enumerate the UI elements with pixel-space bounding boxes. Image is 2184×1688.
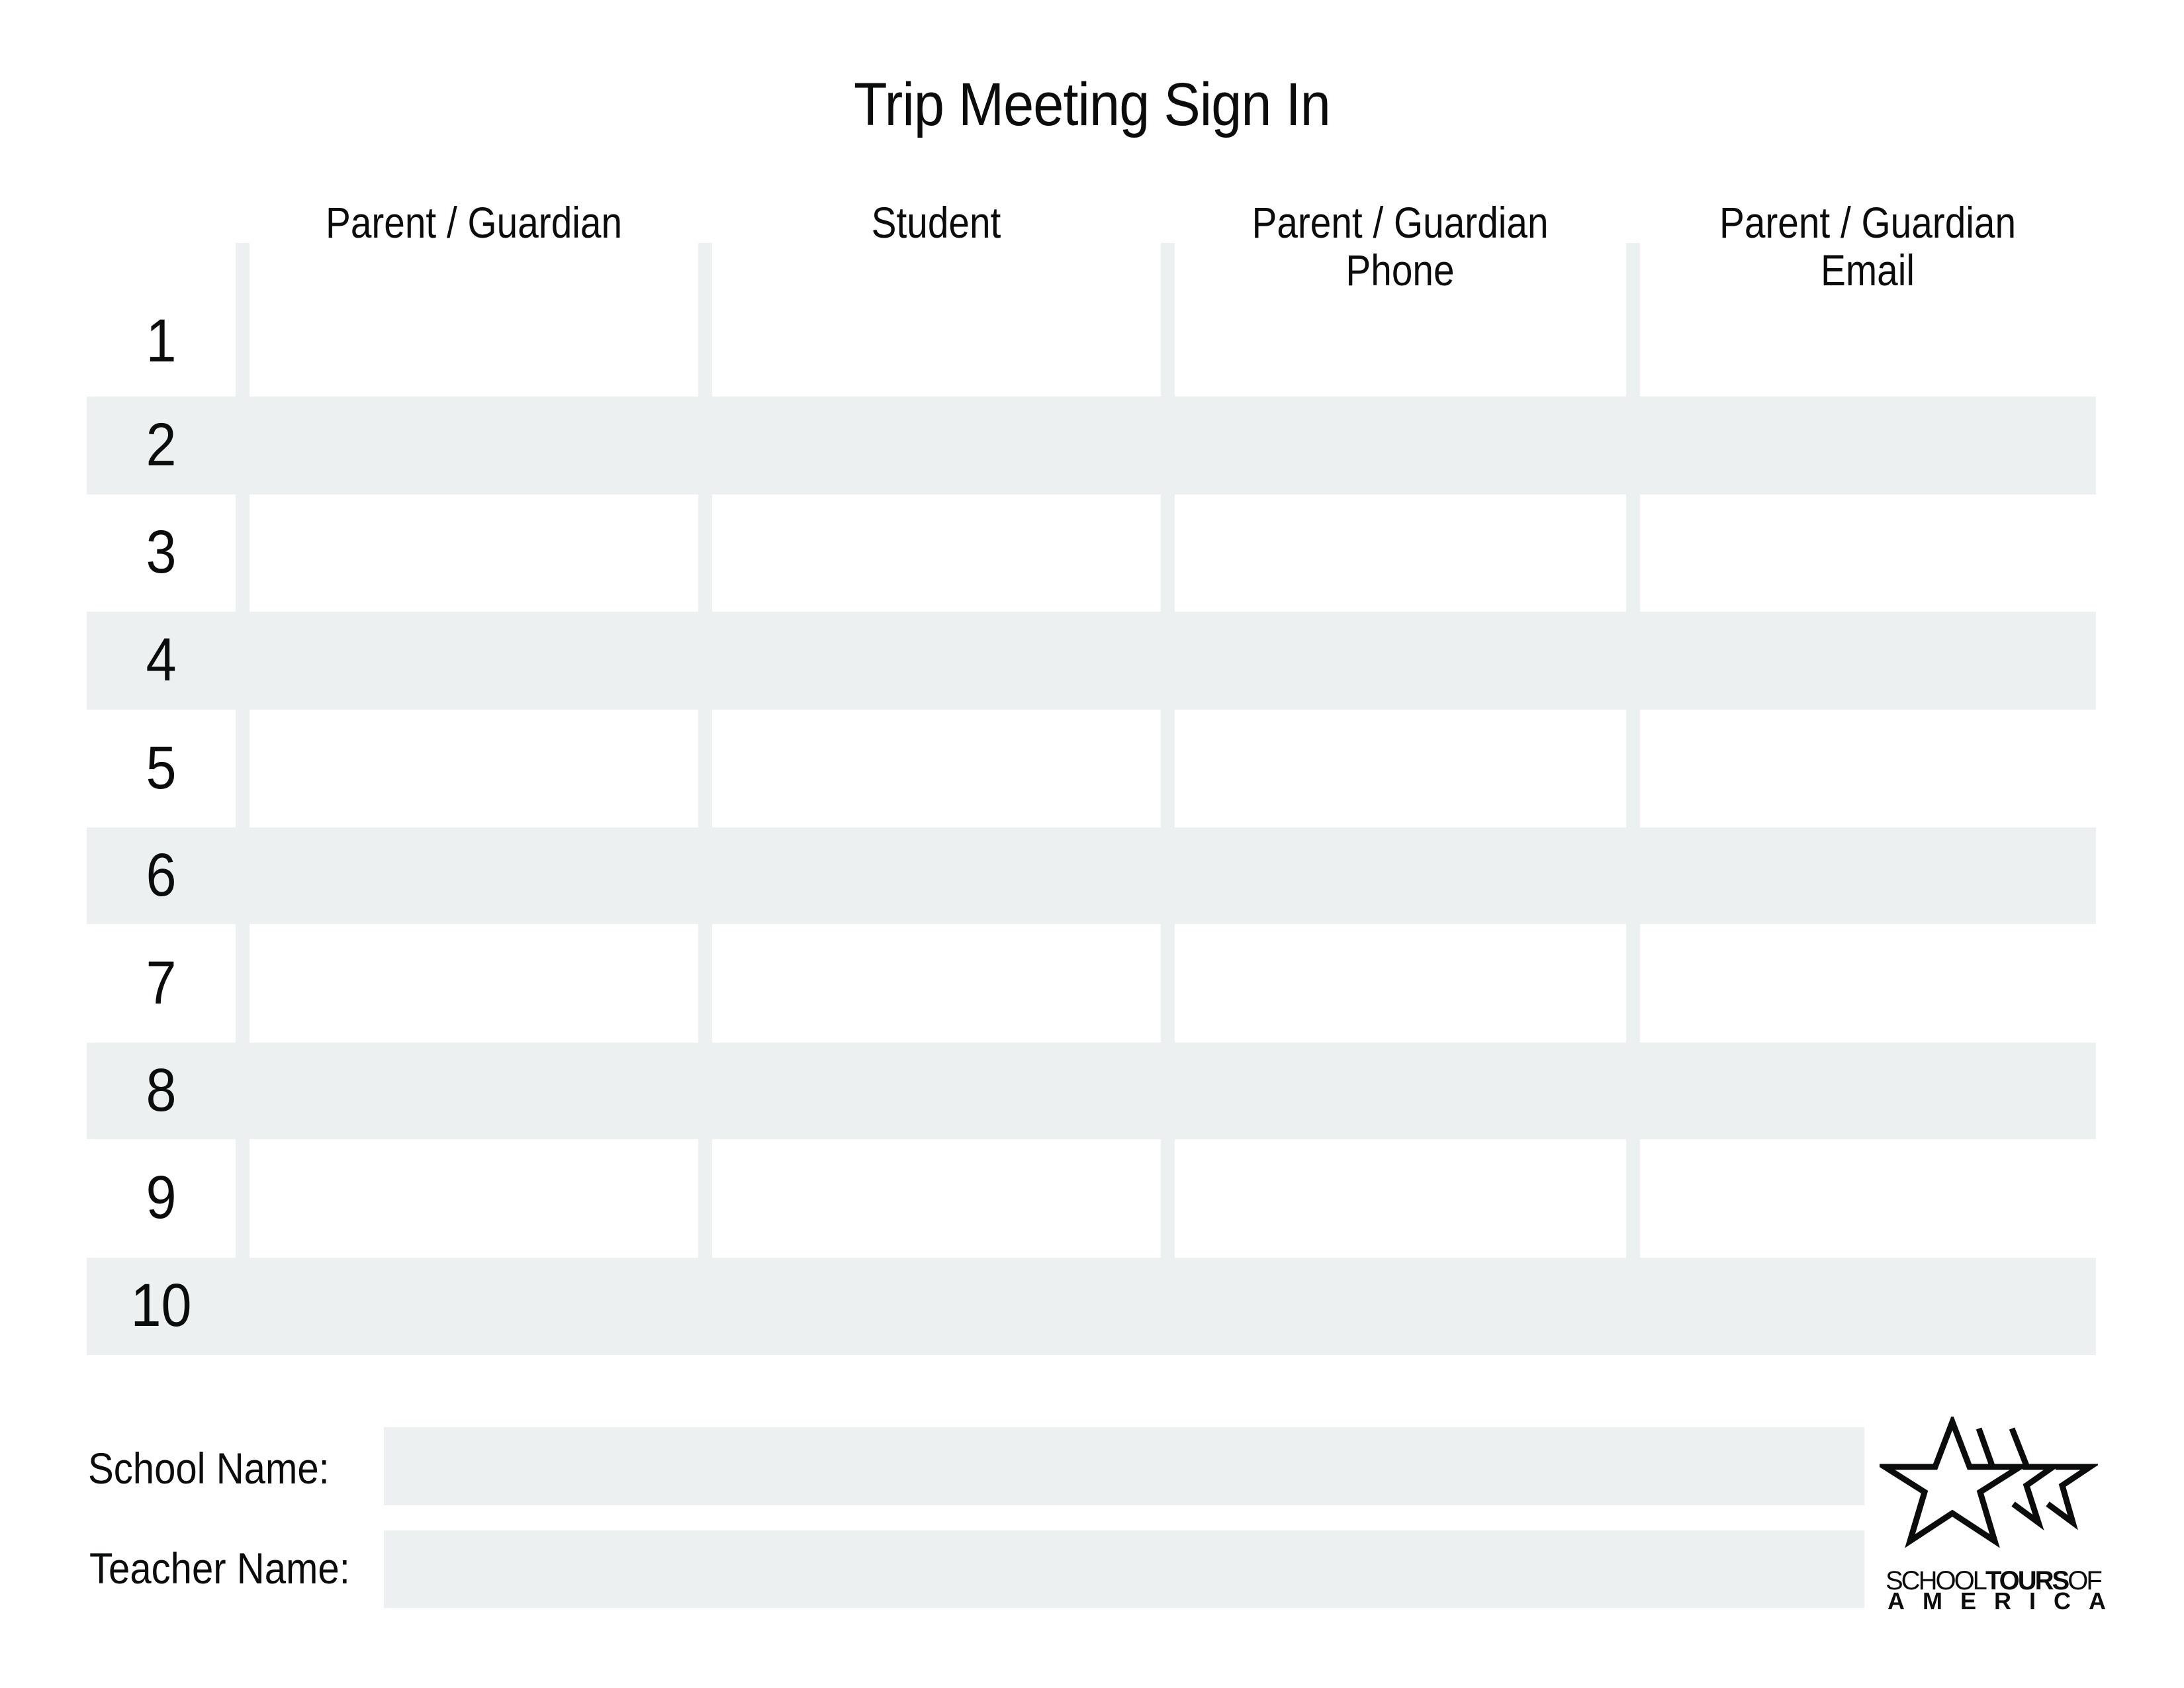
row-number: 4: [146, 626, 177, 694]
column-divider: [1161, 243, 1175, 1258]
cell-email[interactable]: [1639, 494, 2096, 612]
cell-email[interactable]: [1639, 924, 2096, 1043]
cell-email[interactable]: [1639, 397, 2096, 494]
cell-email[interactable]: [1639, 612, 2096, 710]
row-number: 9: [146, 1164, 177, 1231]
cell-phone[interactable]: [1174, 291, 1626, 397]
row-number: 8: [146, 1056, 177, 1124]
cell-phone[interactable]: [1174, 612, 1626, 710]
column-header-parent-email: Parent / Guardian Email: [1671, 199, 2064, 294]
row-number: 10: [130, 1272, 192, 1339]
cell-parent-guardian[interactable]: [250, 494, 698, 612]
column-header-student: Student: [743, 199, 1130, 246]
cell-email[interactable]: [1639, 710, 2096, 827]
cell-phone[interactable]: [1174, 1258, 1626, 1355]
column-header-parent-guardian: Parent / Guardian: [281, 199, 666, 246]
cell-email[interactable]: [1639, 1258, 2096, 1355]
cell-phone[interactable]: [1174, 1043, 1626, 1139]
school-name-field[interactable]: [384, 1427, 1864, 1505]
three-stars-icon: [1874, 1413, 2100, 1548]
cell-parent-guardian[interactable]: [250, 710, 698, 827]
column-divider: [698, 243, 712, 1258]
cell-phone[interactable]: [1174, 924, 1626, 1043]
column-header-line: Student: [871, 198, 1001, 247]
row-number: 1: [146, 307, 177, 375]
logo-wordmark-line2: AMERICA: [1888, 1587, 2124, 1615]
column-header-line: Parent / Guardian: [325, 198, 623, 247]
cell-phone[interactable]: [1174, 710, 1626, 827]
column-divider: [1626, 243, 1640, 1258]
row-number: 7: [146, 949, 177, 1017]
cell-phone[interactable]: [1174, 397, 1626, 494]
teacher-name-field[interactable]: [384, 1530, 1864, 1608]
column-header-parent-phone: Parent / Guardian Phone: [1206, 199, 1594, 294]
row-number: 5: [146, 734, 177, 802]
cell-parent-guardian[interactable]: [250, 291, 698, 397]
cell-student[interactable]: [711, 612, 1161, 710]
cell-student[interactable]: [711, 291, 1161, 397]
row-number: 2: [146, 411, 177, 479]
cell-email[interactable]: [1639, 827, 2096, 924]
column-header-line: Parent / Guardian: [1251, 198, 1549, 247]
cell-parent-guardian[interactable]: [250, 397, 698, 494]
row-number: 6: [146, 841, 177, 909]
row-number: 3: [146, 518, 177, 586]
column-header-line: Email: [1821, 246, 1915, 295]
cell-email[interactable]: [1639, 291, 2096, 397]
page-title: Trip Meeting Sign In: [854, 71, 1331, 138]
cell-phone[interactable]: [1174, 494, 1626, 612]
cell-email[interactable]: [1639, 1043, 2096, 1139]
cell-email[interactable]: [1639, 1139, 2096, 1258]
cell-student[interactable]: [711, 397, 1161, 494]
cell-parent-guardian[interactable]: [250, 1258, 698, 1355]
cell-phone[interactable]: [1174, 1139, 1626, 1258]
cell-parent-guardian[interactable]: [250, 1043, 698, 1139]
cell-parent-guardian[interactable]: [250, 827, 698, 924]
column-header-line: Phone: [1345, 246, 1455, 295]
teacher-name-label: Teacher Name:: [89, 1544, 350, 1593]
column-divider: [236, 243, 250, 1258]
cell-phone[interactable]: [1174, 827, 1626, 924]
cell-student[interactable]: [711, 494, 1161, 612]
cell-student[interactable]: [711, 710, 1161, 827]
school-name-label: School Name:: [88, 1444, 330, 1493]
cell-student[interactable]: [711, 1139, 1161, 1258]
cell-student[interactable]: [711, 1043, 1161, 1139]
column-header-line: Parent / Guardian: [1719, 198, 2017, 247]
cell-parent-guardian[interactable]: [250, 924, 698, 1043]
cell-parent-guardian[interactable]: [250, 612, 698, 710]
cell-student[interactable]: [711, 827, 1161, 924]
cell-parent-guardian[interactable]: [250, 1139, 698, 1258]
cell-student[interactable]: [711, 924, 1161, 1043]
cell-student[interactable]: [711, 1258, 1161, 1355]
